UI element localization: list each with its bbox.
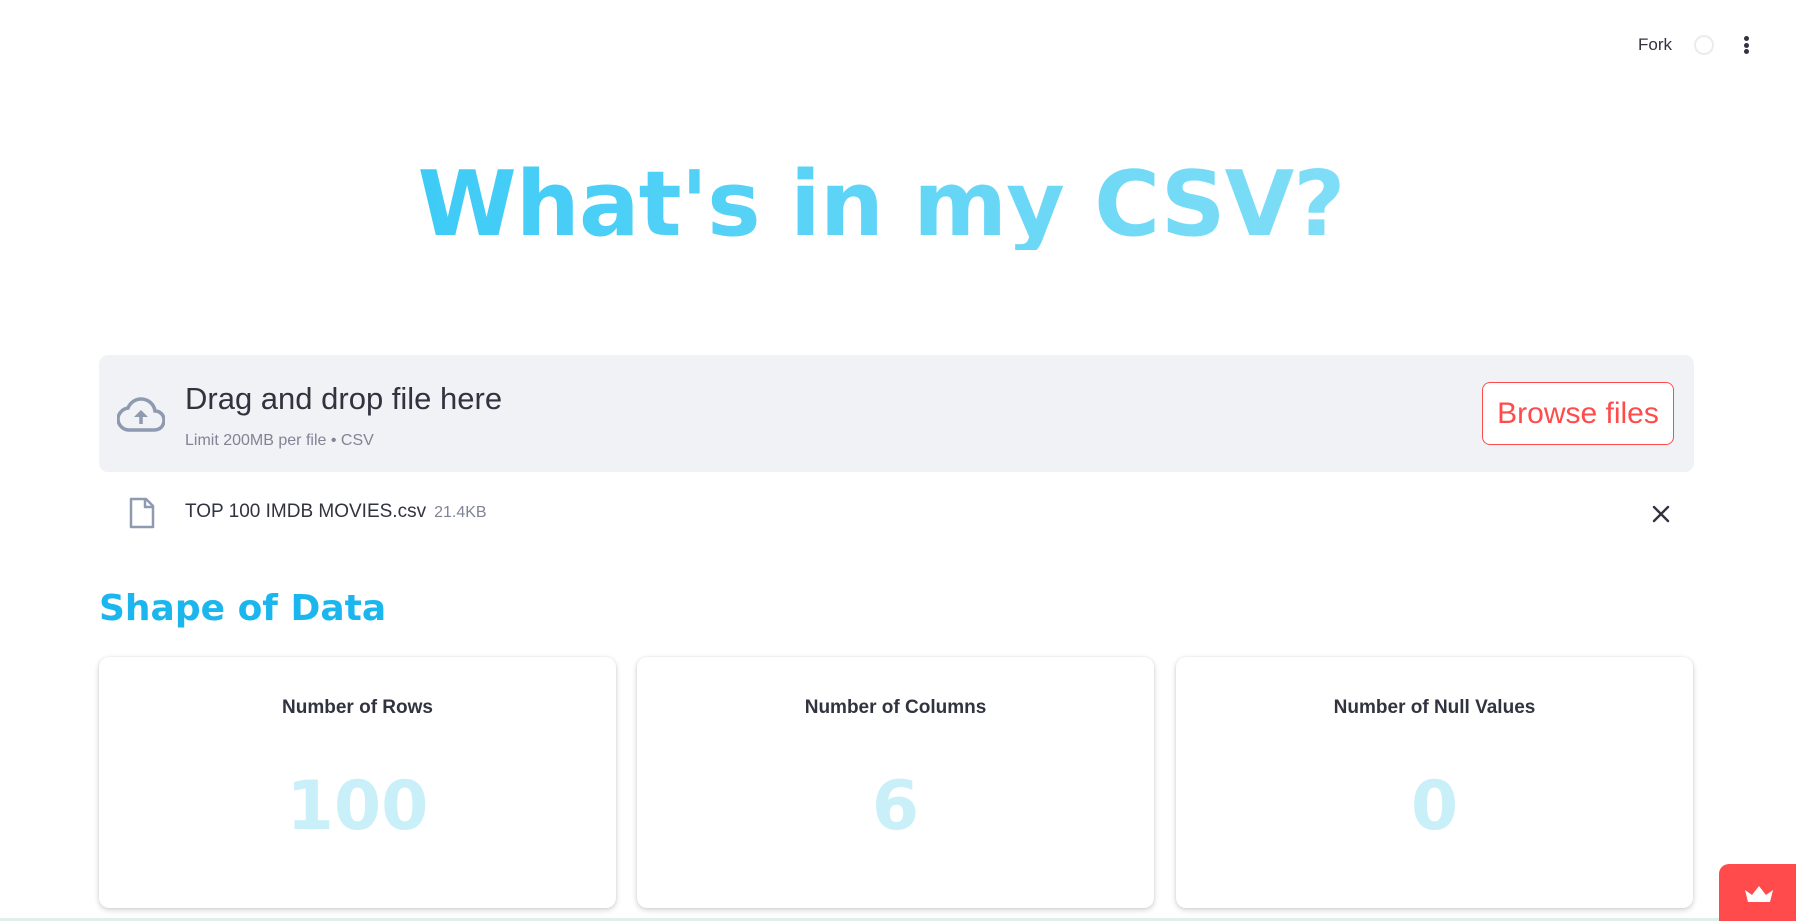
file-icon xyxy=(129,497,155,529)
metric-label: Number of Rows xyxy=(282,697,433,718)
uploaded-file-name: TOP 100 IMDB MOVIES.csv 21.4KB xyxy=(185,501,487,523)
crown-icon xyxy=(1745,886,1773,902)
main-menu-icon[interactable] xyxy=(1736,34,1756,56)
metric-label: Number of Columns xyxy=(804,697,987,718)
dropzone-instructions: Drag and drop file here xyxy=(185,381,503,416)
menu-dot xyxy=(1743,49,1749,54)
close-icon[interactable] xyxy=(1650,503,1672,525)
streamlit-badge[interactable] xyxy=(1719,864,1796,921)
metric-value: 6 xyxy=(871,767,920,846)
metric-value: 0 xyxy=(1410,767,1459,846)
browse-files-button[interactable]: Browse files xyxy=(1482,382,1674,445)
menu-dot xyxy=(1743,36,1749,41)
metric-card-columns: Number of Columns 6 xyxy=(637,657,1154,908)
metric-card-rows: Number of Rows 100 xyxy=(99,657,616,908)
file-uploader-dropzone[interactable]: Drag and drop file here Limit 200MB per … xyxy=(99,355,1694,472)
metric-card-null-values: Number of Null Values 0 xyxy=(1176,657,1693,908)
metric-value: 100 xyxy=(286,767,429,846)
cloud-upload-icon xyxy=(117,397,165,432)
file-name-text: TOP 100 IMDB MOVIES.csv xyxy=(185,501,427,522)
fork-link[interactable]: Fork xyxy=(1638,35,1672,55)
github-icon[interactable] xyxy=(1694,35,1714,55)
top-toolbar: Fork xyxy=(1638,34,1756,56)
page-title: What's in my CSV? xyxy=(0,160,1762,250)
uploaded-file-row: TOP 100 IMDB MOVIES.csv 21.4KB xyxy=(99,493,1694,533)
file-size: 21.4KB xyxy=(434,504,487,521)
metric-label: Number of Null Values xyxy=(1333,697,1536,718)
dropzone-limit-text: Limit 200MB per file • CSV xyxy=(185,432,374,449)
section-title: Shape of Data xyxy=(99,588,387,629)
app-page: Fork What's in my CSV? Drag and drop fil… xyxy=(0,0,1796,921)
menu-dot xyxy=(1743,42,1749,48)
